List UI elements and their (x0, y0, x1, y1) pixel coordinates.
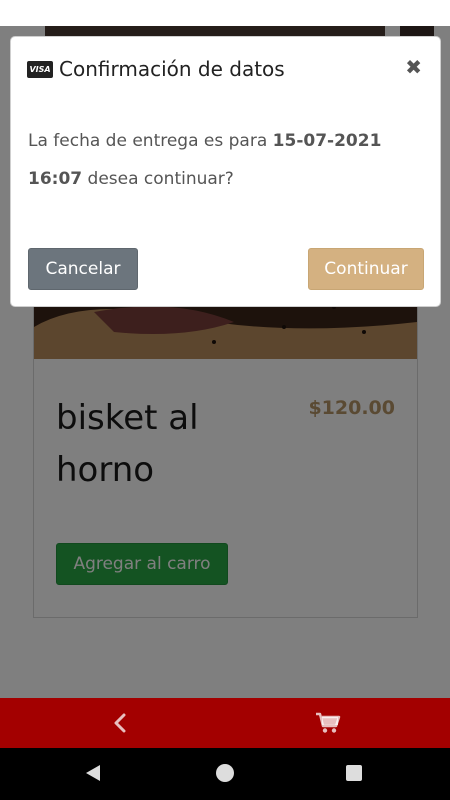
close-icon[interactable]: ✖ (405, 55, 422, 79)
message-prefix: La fecha de entrega es para (28, 131, 273, 151)
system-home-icon[interactable] (216, 764, 234, 782)
continue-button[interactable]: Continuar (308, 248, 424, 290)
message-suffix: desea continuar? (82, 169, 234, 189)
delivery-time: 16:07 (28, 169, 83, 189)
visa-card-icon: VISA (27, 60, 53, 78)
dialog-header: VISA Confirmación de datos (27, 57, 285, 81)
dialog-message: La fecha de entrega es para 15-07-2021 1… (28, 122, 423, 198)
shopping-cart-icon (316, 712, 341, 733)
system-back-icon[interactable] (84, 764, 102, 782)
system-recents-icon[interactable] (346, 765, 362, 781)
system-navigation-bar (0, 748, 450, 800)
back-button[interactable] (100, 698, 140, 748)
delivery-date: 15-07-2021 (272, 131, 382, 151)
bottom-nav-bar (0, 698, 450, 748)
confirmation-dialog: VISA Confirmación de datos ✖ La fecha de… (10, 36, 441, 307)
dialog-title: Confirmación de datos (59, 57, 285, 81)
cancel-button[interactable]: Cancelar (28, 248, 138, 290)
cart-button[interactable] (308, 698, 348, 748)
chevron-left-icon (114, 713, 126, 733)
status-bar (0, 0, 450, 26)
